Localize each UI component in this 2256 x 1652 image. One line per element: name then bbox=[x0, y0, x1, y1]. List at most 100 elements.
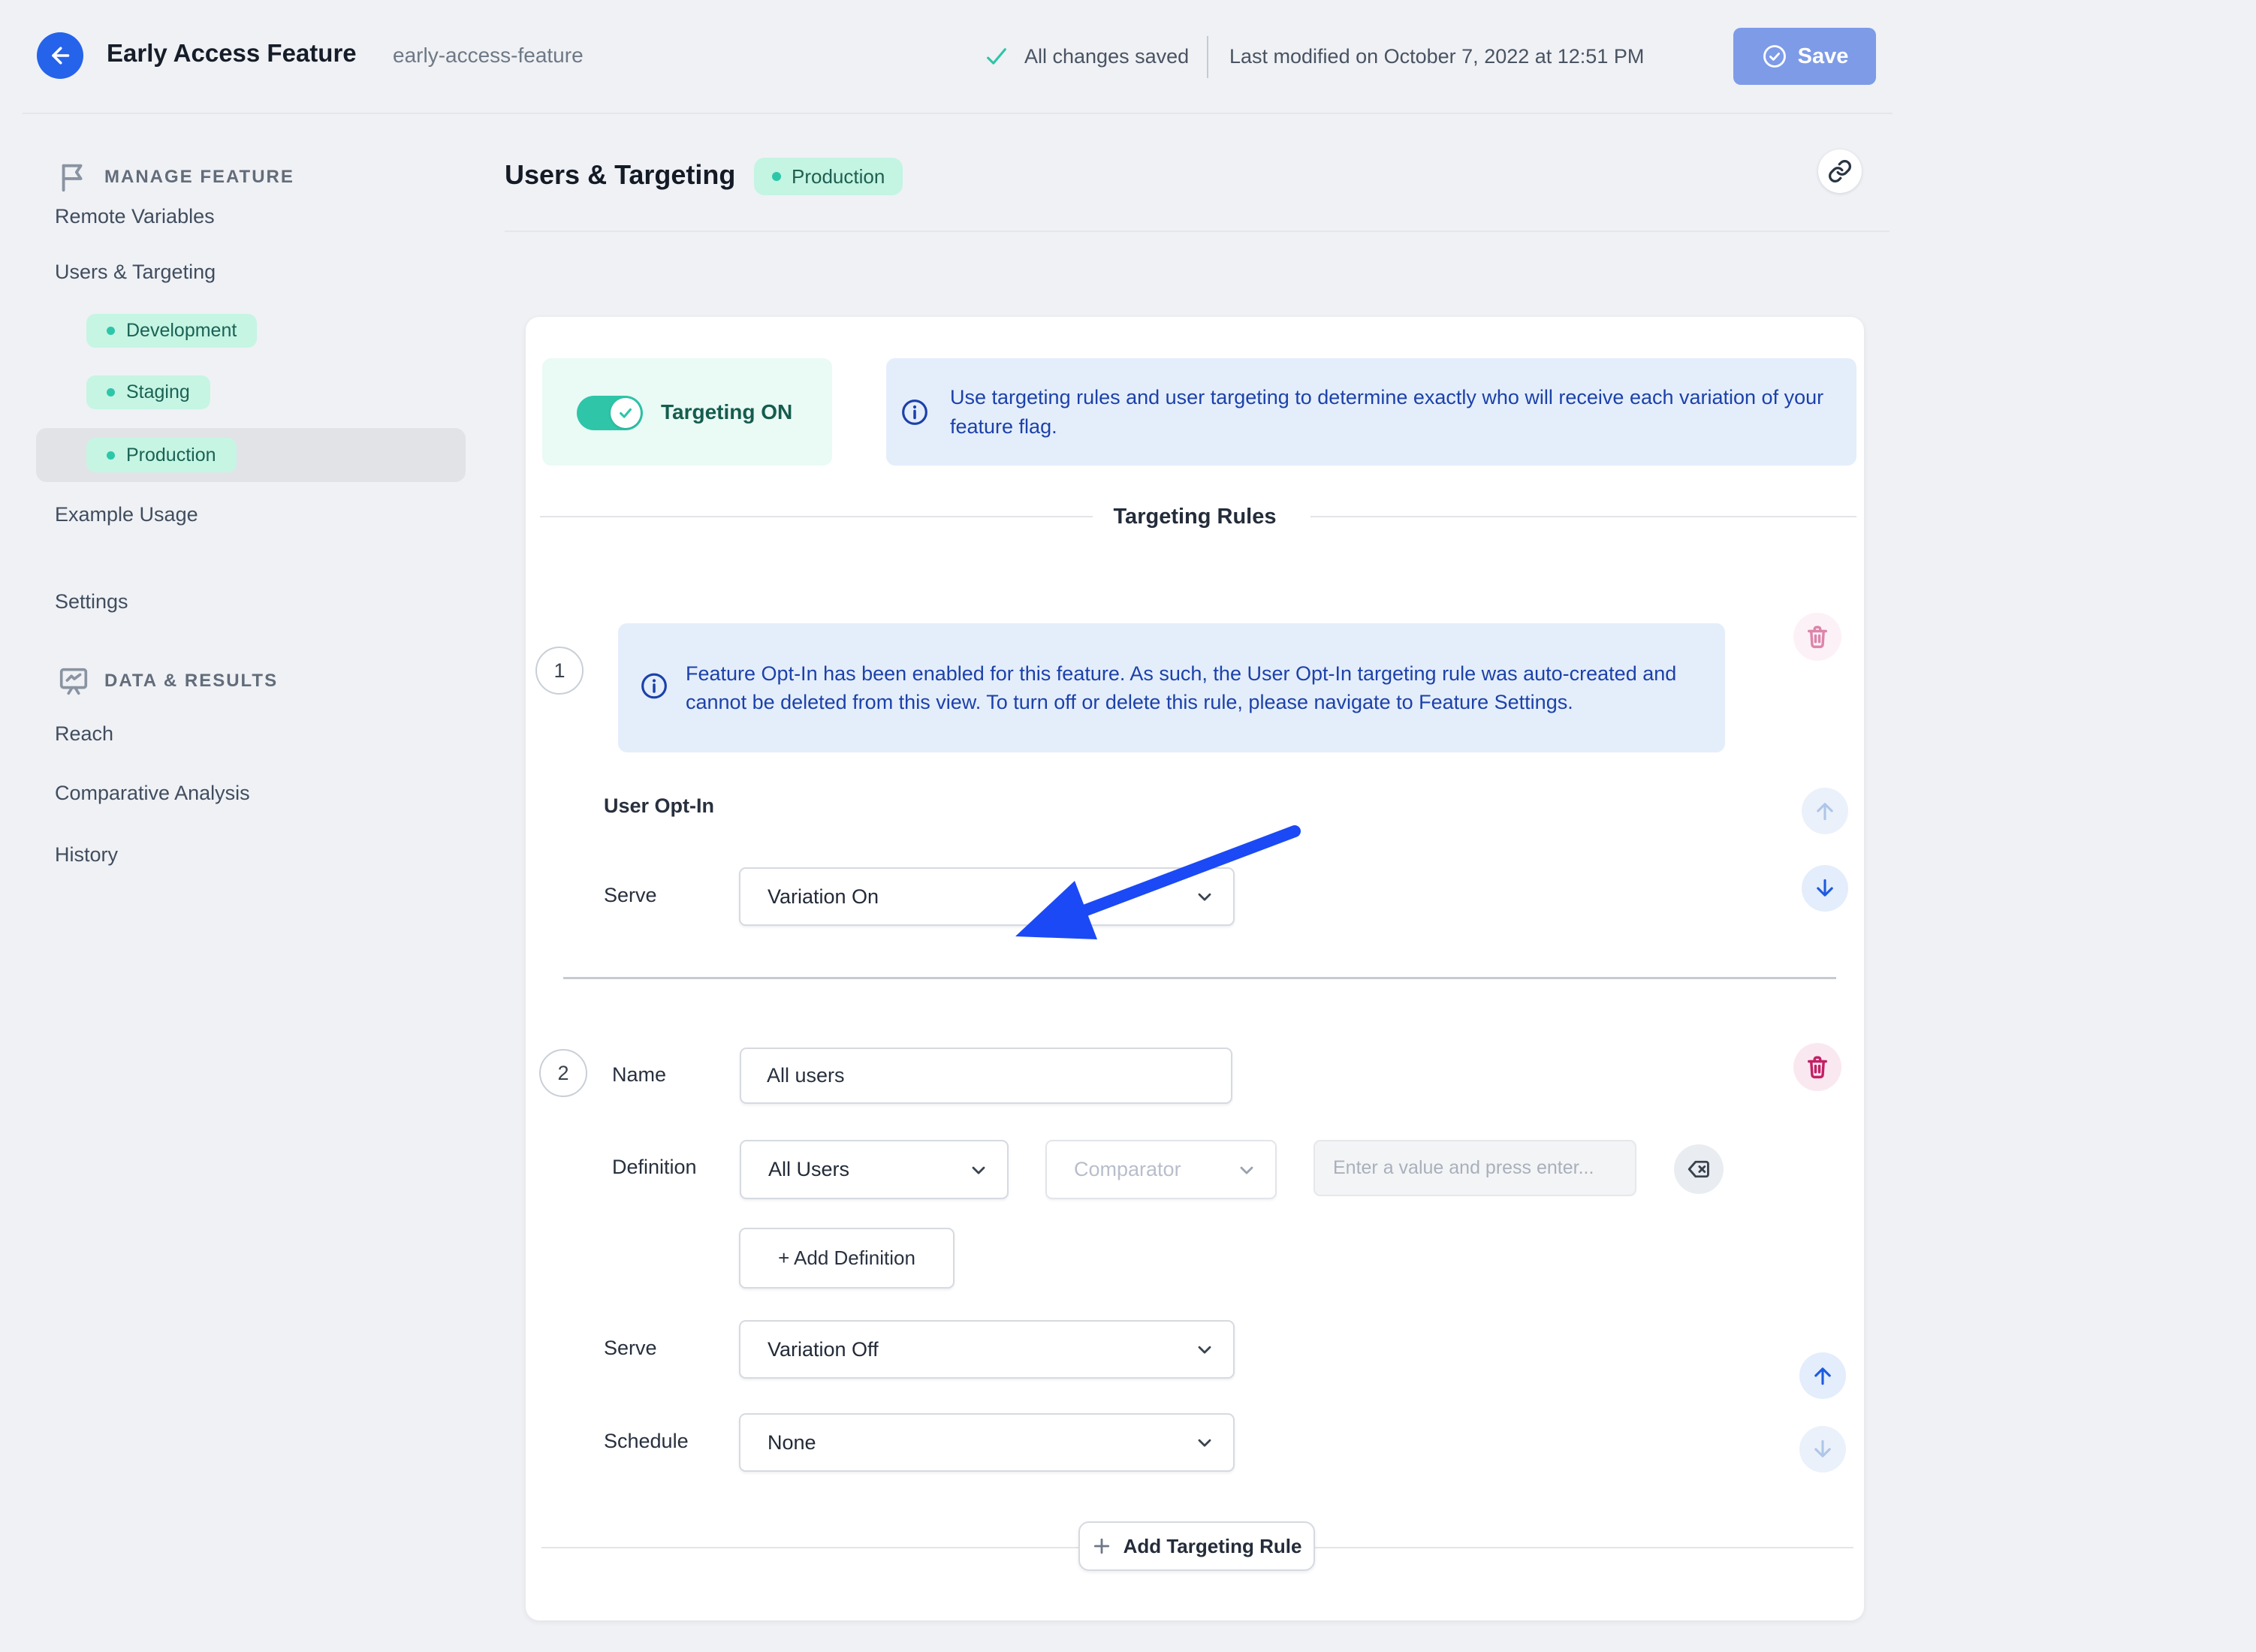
trash-icon bbox=[1808, 626, 1827, 649]
env-label: Development bbox=[126, 320, 237, 341]
env-label: Staging bbox=[126, 381, 190, 402]
rule-1-notice-text: Feature Opt-In has been enabled for this… bbox=[686, 662, 1677, 713]
sidebar-item-example-usage[interactable]: Example Usage bbox=[55, 499, 198, 529]
env-dot-icon bbox=[107, 327, 115, 335]
toggle-check-icon bbox=[620, 408, 632, 418]
check-circle-icon bbox=[1763, 45, 1786, 68]
header-divider bbox=[1207, 36, 1208, 78]
targeting-info-banner: Use targeting rules and user targeting t… bbox=[886, 358, 1856, 466]
add-targeting-rule-label: Add Targeting Rule bbox=[1123, 1534, 1302, 1557]
info-icon bbox=[900, 397, 930, 431]
chevron-down-icon bbox=[1236, 1159, 1257, 1180]
main-head-divider bbox=[505, 231, 1890, 232]
rule-2-name-input[interactable] bbox=[740, 1048, 1232, 1104]
sidebar-section-label: DATA & RESULTS bbox=[104, 671, 279, 691]
sidebar-section-data-results: DATA & RESULTS bbox=[56, 664, 278, 698]
rule-1-serve-value: Variation On bbox=[768, 885, 879, 908]
save-button-label: Save bbox=[1797, 44, 1849, 68]
sidebar-env-production-active-row[interactable]: Production bbox=[36, 428, 466, 482]
sidebar-item-users-targeting[interactable]: Users & Targeting bbox=[55, 257, 216, 287]
rule-2-move-up-button[interactable] bbox=[1799, 1352, 1846, 1399]
rule-2-schedule-dropdown[interactable]: None bbox=[739, 1413, 1235, 1472]
sidebar-section-label: MANAGE FEATURE bbox=[104, 167, 294, 187]
targeting-toggle-box: Targeting ON bbox=[542, 358, 832, 466]
chevron-down-icon bbox=[968, 1159, 989, 1180]
rule-2-serve-dropdown[interactable]: Variation Off bbox=[739, 1320, 1235, 1379]
rule-2-move-down-button[interactable] bbox=[1799, 1426, 1846, 1473]
env-label: Production bbox=[126, 444, 216, 466]
arrow-down-icon bbox=[1817, 879, 1833, 897]
env-dot-icon bbox=[107, 451, 115, 460]
chevron-down-icon bbox=[1194, 1432, 1215, 1453]
sidebar-item-remote-variables[interactable]: Remote Variables bbox=[55, 201, 215, 231]
chevron-down-icon bbox=[1194, 1339, 1215, 1360]
add-targeting-rule-button[interactable]: Add Targeting Rule bbox=[1078, 1521, 1315, 1571]
arrow-down-icon bbox=[1814, 1439, 1831, 1458]
rule-1-notice: Feature Opt-In has been enabled for this… bbox=[618, 623, 1725, 752]
rule-2-serve-value: Variation Off bbox=[768, 1337, 879, 1361]
env-dot-icon bbox=[107, 388, 115, 396]
last-modified: Last modified on October 7, 2022 at 12:5… bbox=[1229, 45, 1645, 68]
targeting-rules-heading: Targeting Rules bbox=[1113, 505, 1277, 529]
env-dot-icon bbox=[772, 172, 781, 181]
environment-badge: Production bbox=[754, 158, 903, 195]
arrow-left-icon bbox=[52, 47, 70, 65]
rule-1-delete-button[interactable] bbox=[1793, 613, 1841, 661]
rule-1-title: User Opt-In bbox=[604, 794, 715, 817]
back-button[interactable] bbox=[37, 32, 83, 79]
rule-2-definition-value: All Users bbox=[768, 1158, 850, 1180]
rule-2-definition-label: Definition bbox=[612, 1156, 697, 1178]
rule-1-move-up-button[interactable] bbox=[1802, 788, 1848, 834]
sidebar-item-reach[interactable]: Reach bbox=[55, 719, 113, 749]
rule-2-number-badge: 2 bbox=[539, 1049, 587, 1097]
rule-1-number-badge: 1 bbox=[535, 647, 584, 695]
rule-2-clear-definition-button[interactable] bbox=[1674, 1144, 1724, 1194]
rule-2-definition-dropdown[interactable]: All Users bbox=[740, 1140, 1009, 1199]
chart-board-icon bbox=[59, 668, 88, 695]
saved-status: All changes saved bbox=[1024, 45, 1190, 68]
sidebar-section-manage-feature: MANAGE FEATURE bbox=[56, 160, 294, 194]
rule-1-serve-dropdown[interactable]: Variation On bbox=[739, 867, 1235, 926]
rule-2-serve-label: Serve bbox=[604, 1337, 657, 1359]
targeting-toggle-label: Targeting ON bbox=[661, 400, 793, 424]
app-window: Early Access Feature early-access-featur… bbox=[0, 0, 2256, 1652]
plus-icon bbox=[1093, 1538, 1109, 1554]
toggle-knob bbox=[611, 398, 641, 428]
sidebar-item-settings[interactable]: Settings bbox=[55, 586, 128, 616]
rule-2-comparator-dropdown[interactable]: Comparator bbox=[1045, 1140, 1277, 1199]
saved-check-icon bbox=[984, 44, 1009, 73]
rule-1-serve-label: Serve bbox=[604, 884, 657, 906]
rule-2-schedule-value: None bbox=[768, 1430, 816, 1454]
backspace-icon bbox=[1687, 1160, 1709, 1178]
arrow-up-icon bbox=[1814, 1367, 1831, 1385]
sidebar-env-production[interactable]: Production bbox=[86, 438, 237, 472]
rule-1-move-down-button[interactable] bbox=[1802, 865, 1848, 912]
sidebar-item-history[interactable]: History bbox=[55, 840, 118, 870]
rule-2-schedule-label: Schedule bbox=[604, 1430, 689, 1452]
rule-2-value-input[interactable] bbox=[1313, 1140, 1636, 1196]
save-button[interactable]: Save bbox=[1733, 28, 1876, 85]
targeting-info-text: Use targeting rules and user targeting t… bbox=[950, 385, 1824, 438]
rule-2-name-label: Name bbox=[612, 1063, 667, 1086]
page-title: Users & Targeting bbox=[505, 159, 736, 190]
rule-2-delete-button[interactable] bbox=[1793, 1043, 1841, 1091]
feature-title: Early Access Feature bbox=[107, 39, 357, 67]
rule-separator bbox=[563, 977, 1836, 979]
feature-slug: early-access-feature bbox=[393, 44, 584, 67]
copy-link-button[interactable] bbox=[1818, 149, 1862, 193]
targeting-toggle[interactable] bbox=[577, 396, 643, 430]
flag-icon bbox=[62, 164, 83, 192]
trash-icon bbox=[1808, 1056, 1827, 1079]
header-bottom-border bbox=[23, 113, 1893, 114]
add-definition-button[interactable]: + Add Definition bbox=[739, 1228, 955, 1289]
info-icon bbox=[639, 671, 669, 705]
environment-badge-label: Production bbox=[792, 164, 885, 188]
sidebar-env-staging[interactable]: Staging bbox=[86, 375, 210, 409]
chevron-down-icon bbox=[1194, 886, 1215, 907]
link-icon bbox=[1829, 160, 1851, 182]
sidebar-env-development[interactable]: Development bbox=[86, 314, 258, 348]
targeting-card: Targeting ON Use targeting rules and use… bbox=[526, 317, 1864, 1620]
rule-2-comparator-placeholder: Comparator bbox=[1074, 1158, 1181, 1180]
sidebar-item-comparative-analysis[interactable]: Comparative Analysis bbox=[55, 778, 250, 808]
arrow-up-icon bbox=[1817, 803, 1833, 821]
